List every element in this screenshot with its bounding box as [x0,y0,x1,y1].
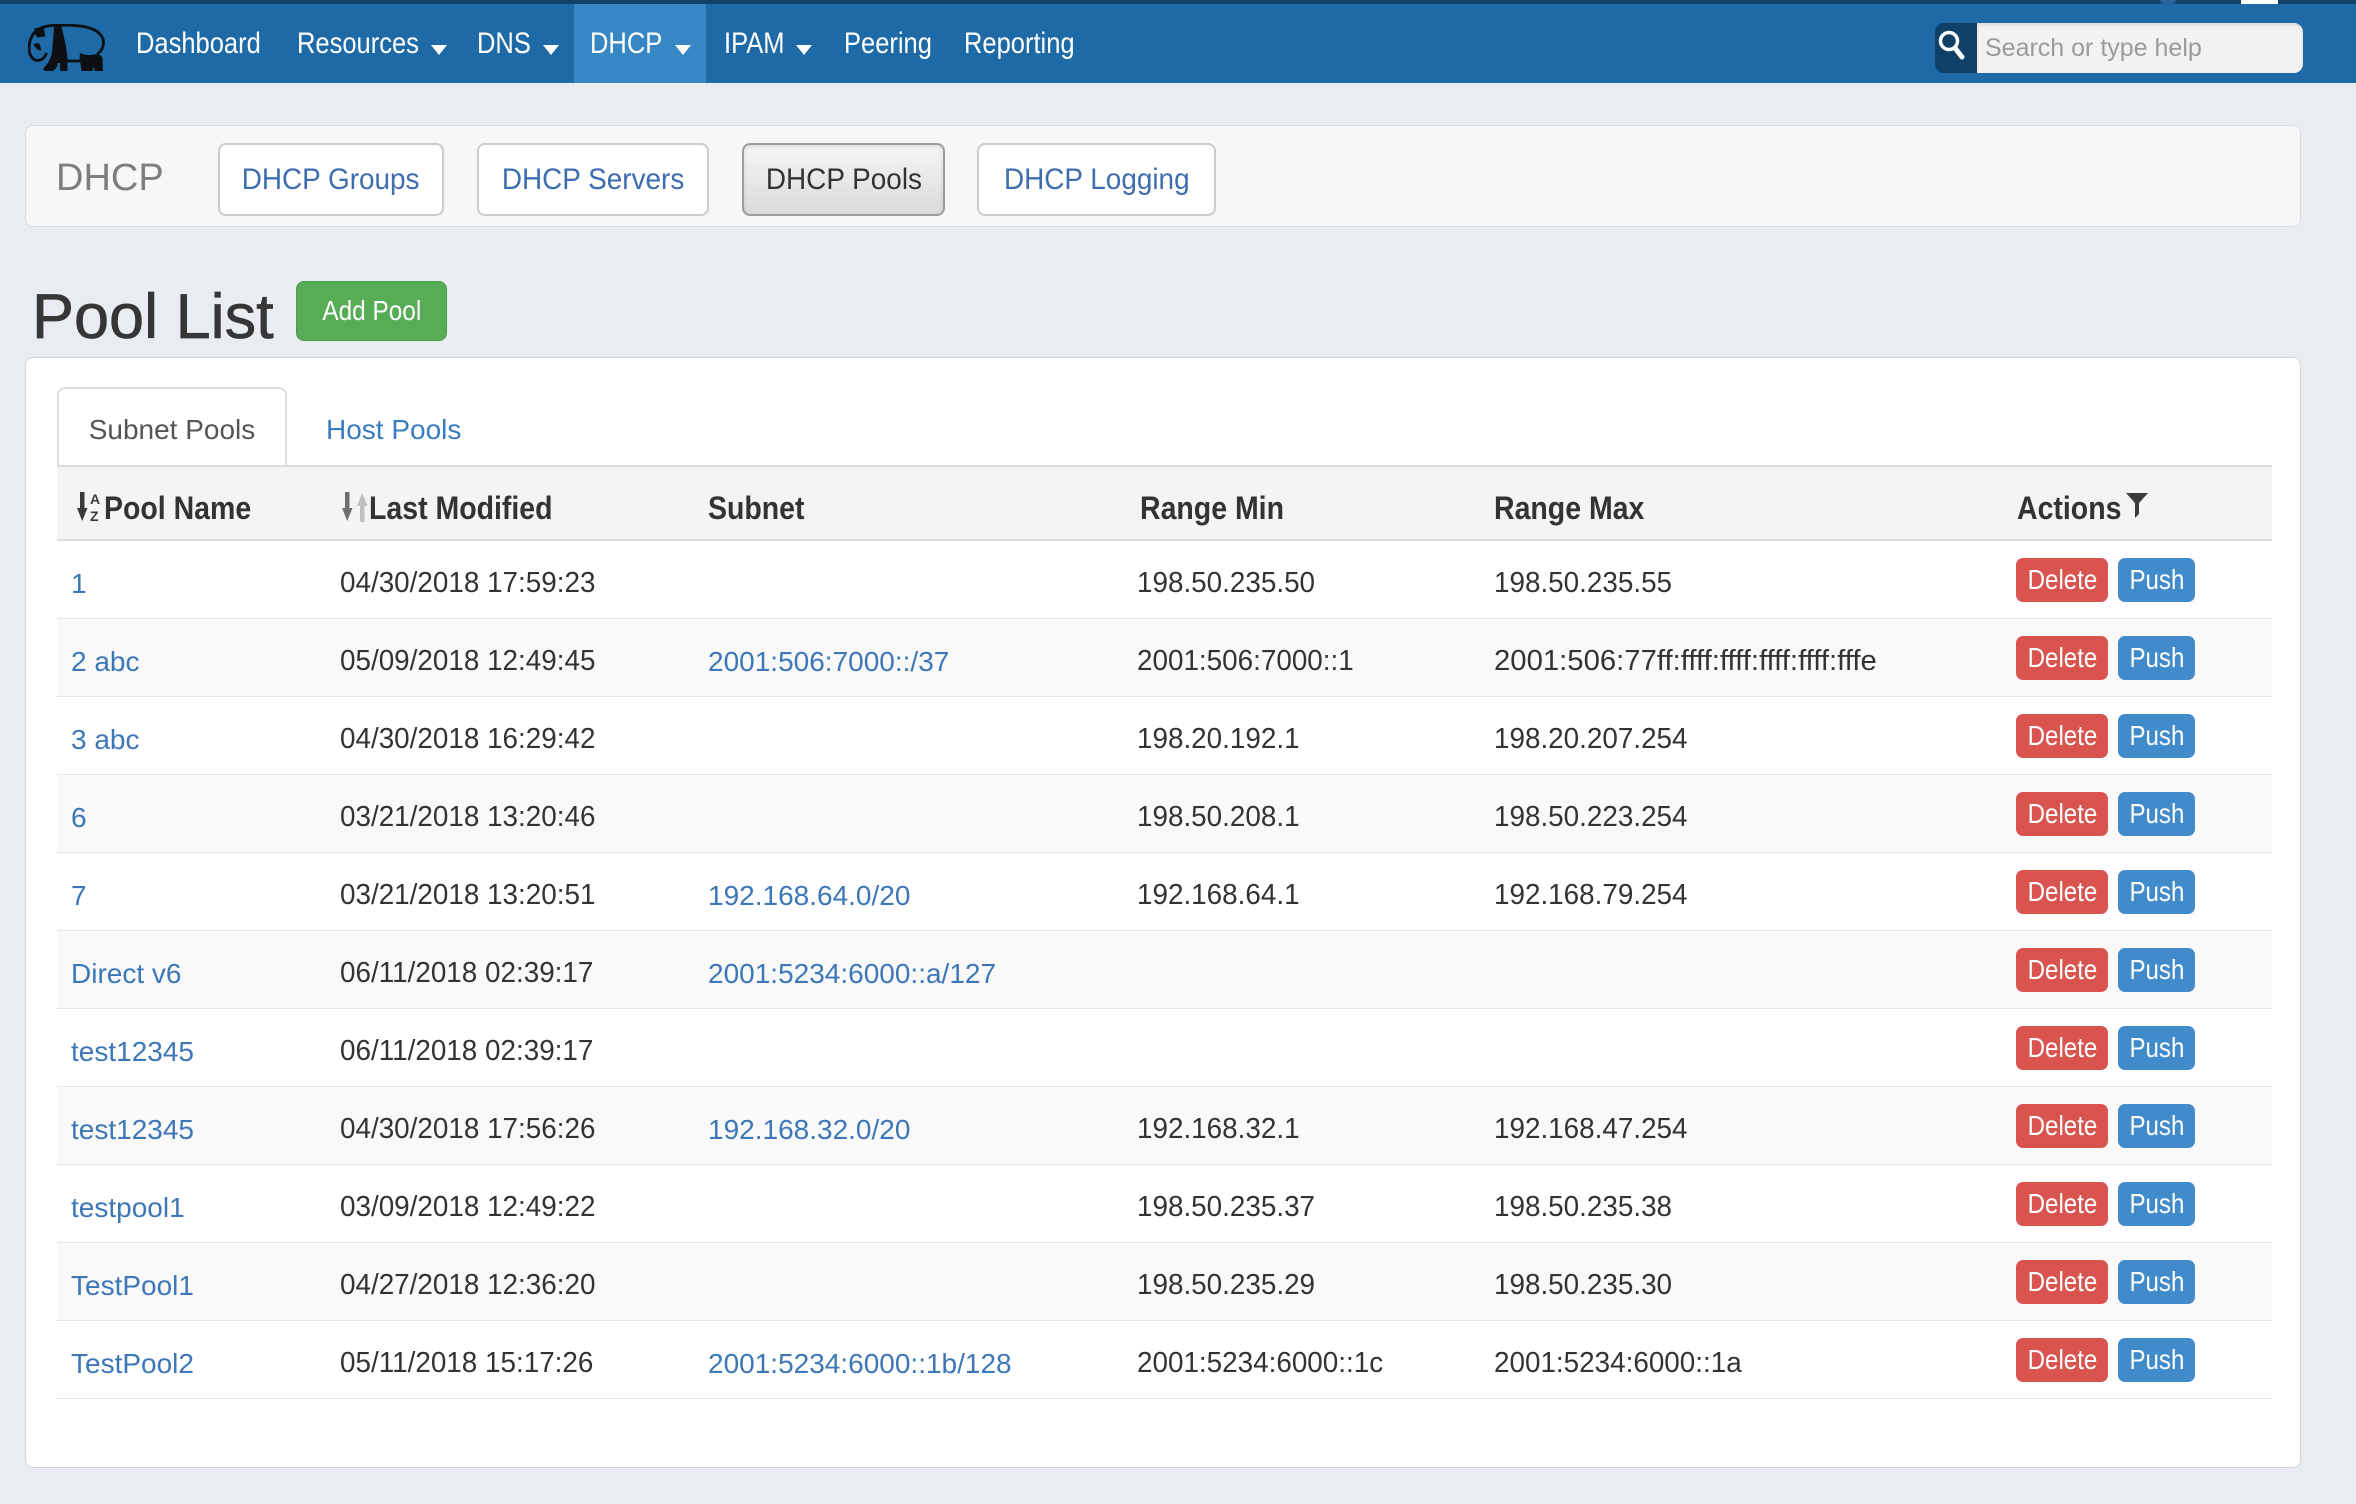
svg-text:Z: Z [90,508,99,522]
svg-text:A: A [90,492,100,507]
